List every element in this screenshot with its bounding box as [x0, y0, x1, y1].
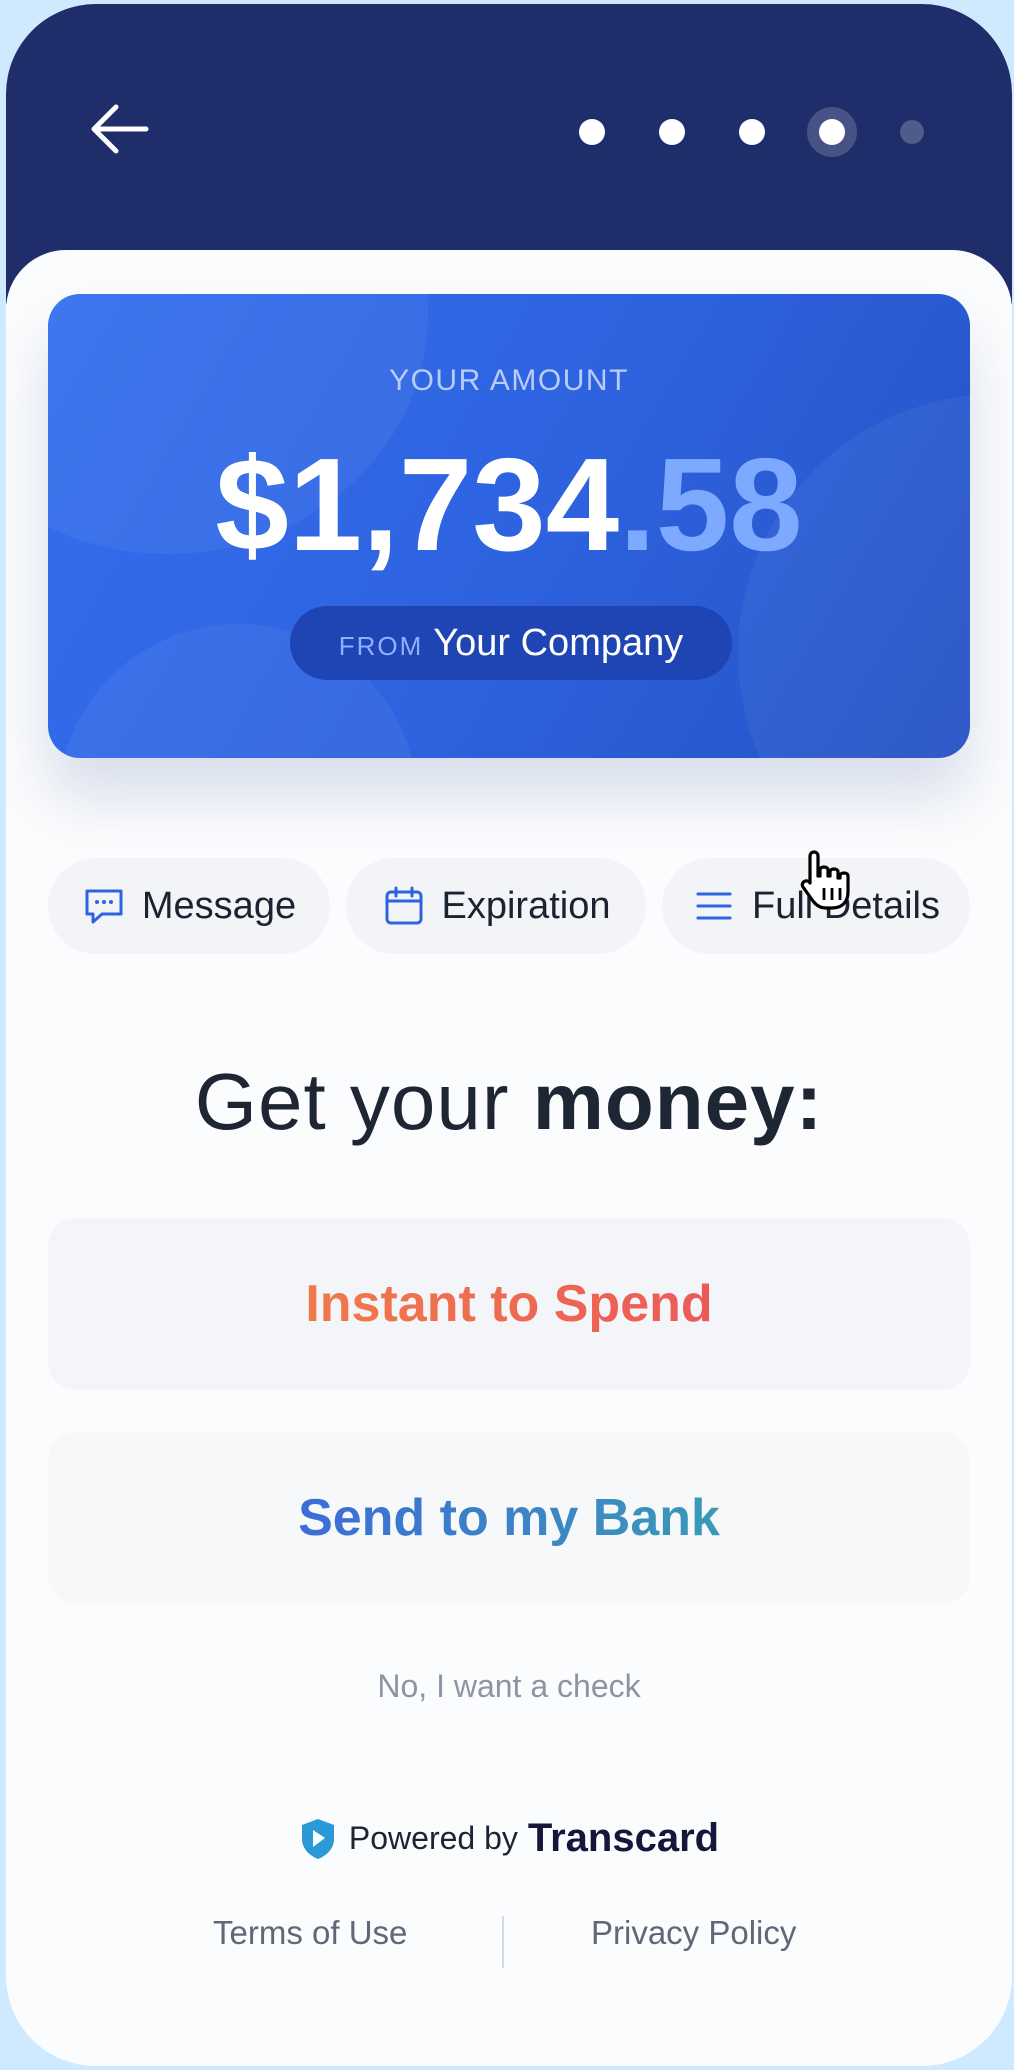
send-to-bank-button[interactable]: Send to my Bank	[48, 1432, 970, 1604]
hand-pointer-cursor-icon	[800, 850, 850, 910]
page-heading: Get your money:	[6, 1056, 1012, 1148]
send-to-bank-label: Send to my Bank	[298, 1489, 720, 1547]
list-icon	[696, 892, 732, 920]
amount-cents: .58	[619, 431, 803, 578]
request-check-link[interactable]: No, I want a check	[6, 1668, 1012, 1705]
amount-dollars: $1,734	[215, 431, 620, 578]
calendar-icon	[385, 886, 422, 925]
shield-logo-icon	[301, 1818, 334, 1859]
instant-to-spend-button[interactable]: Instant to Spend	[48, 1218, 970, 1390]
phone-frame: YOUR AMOUNT $1,734.58 FROM Your Company M…	[6, 4, 1012, 2066]
from-company: Your Company	[433, 622, 684, 664]
from-badge: FROM Your Company	[290, 606, 732, 680]
progress-dot-5[interactable]	[900, 120, 924, 144]
powered-by: Powered by Transcard	[6, 1816, 1012, 1861]
amount-value: $1,734.58	[48, 439, 970, 571]
instant-to-spend-label: Instant to Spend	[305, 1275, 713, 1333]
heading-emphasis: money:	[532, 1057, 824, 1146]
progress-dot-3[interactable]	[739, 119, 765, 145]
progress-dots	[6, 112, 1012, 152]
progress-dot-2[interactable]	[659, 119, 685, 145]
privacy-link[interactable]: Privacy Policy	[591, 1914, 796, 1952]
message-chip-label: Message	[141, 884, 297, 927]
chat-icon	[85, 889, 123, 924]
message-chip[interactable]: Message	[48, 858, 330, 954]
brand-logo: Transcard	[527, 1816, 720, 1860]
terms-link[interactable]: Terms of Use	[213, 1914, 407, 1952]
amount-label: YOUR AMOUNT	[389, 364, 629, 397]
progress-dot-4-current[interactable]	[819, 119, 845, 145]
expiration-chip[interactable]: Expiration	[346, 858, 646, 954]
progress-dot-1[interactable]	[579, 119, 605, 145]
content-sheet: YOUR AMOUNT $1,734.58 FROM Your Company M…	[6, 250, 1012, 2066]
expiration-chip-label: Expiration	[441, 884, 611, 927]
heading-prefix: Get your	[194, 1057, 510, 1146]
powered-by-text: Powered by	[348, 1820, 518, 1856]
amount-card: YOUR AMOUNT $1,734.58 FROM Your Company	[48, 294, 970, 758]
footer-divider	[502, 1916, 504, 1968]
from-label: FROM	[338, 631, 424, 661]
